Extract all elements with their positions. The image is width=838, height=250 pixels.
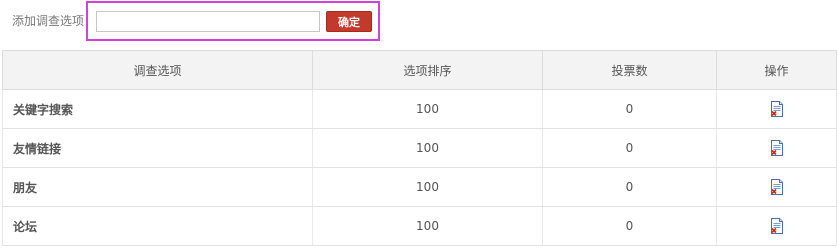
option-actions — [716, 128, 837, 168]
delete-document-icon[interactable] — [770, 101, 784, 117]
option-order: 100 — [312, 89, 543, 129]
option-order: 100 — [312, 128, 543, 168]
header-vote-count: 投票数 — [542, 50, 717, 90]
table-row: 论坛 100 0 — [2, 206, 837, 246]
add-option-label: 添加调查选项： — [12, 14, 97, 28]
option-order: 100 — [312, 167, 543, 207]
header-option-name: 调查选项 — [2, 50, 313, 90]
option-actions — [716, 206, 837, 246]
delete-document-icon[interactable] — [770, 179, 784, 195]
vote-options-page: 添加调查选项： 确定 调查选项 选项排序 投票数 操作 关键字搜索 100 0 … — [0, 0, 838, 250]
option-actions — [716, 89, 837, 129]
option-votes: 0 — [542, 206, 717, 246]
option-input[interactable] — [96, 11, 320, 32]
add-option-row: 添加调查选项： 确定 — [0, 0, 838, 46]
option-actions — [716, 167, 837, 207]
option-name: 友情链接 — [2, 128, 313, 168]
table-row: 朋友 100 0 — [2, 167, 837, 207]
option-name: 朋友 — [2, 167, 313, 207]
table-row: 友情链接 100 0 — [2, 128, 837, 168]
option-votes: 0 — [542, 167, 717, 207]
table-header-row: 调查选项 选项排序 投票数 操作 — [2, 50, 837, 90]
options-table: 调查选项 选项排序 投票数 操作 关键字搜索 100 0 友情链接 100 0 … — [2, 50, 837, 246]
option-name: 论坛 — [2, 206, 313, 246]
header-actions: 操作 — [716, 50, 837, 90]
options-table-container: 调查选项 选项排序 投票数 操作 关键字搜索 100 0 友情链接 100 0 … — [2, 50, 837, 246]
option-votes: 0 — [542, 128, 717, 168]
delete-document-icon[interactable] — [770, 218, 784, 234]
delete-document-icon[interactable] — [770, 140, 784, 156]
option-votes: 0 — [542, 89, 717, 129]
table-row: 关键字搜索 100 0 — [2, 89, 837, 129]
confirm-button[interactable]: 确定 — [326, 11, 372, 32]
header-option-order: 选项排序 — [312, 50, 543, 90]
option-order: 100 — [312, 206, 543, 246]
option-name: 关键字搜索 — [2, 89, 313, 129]
